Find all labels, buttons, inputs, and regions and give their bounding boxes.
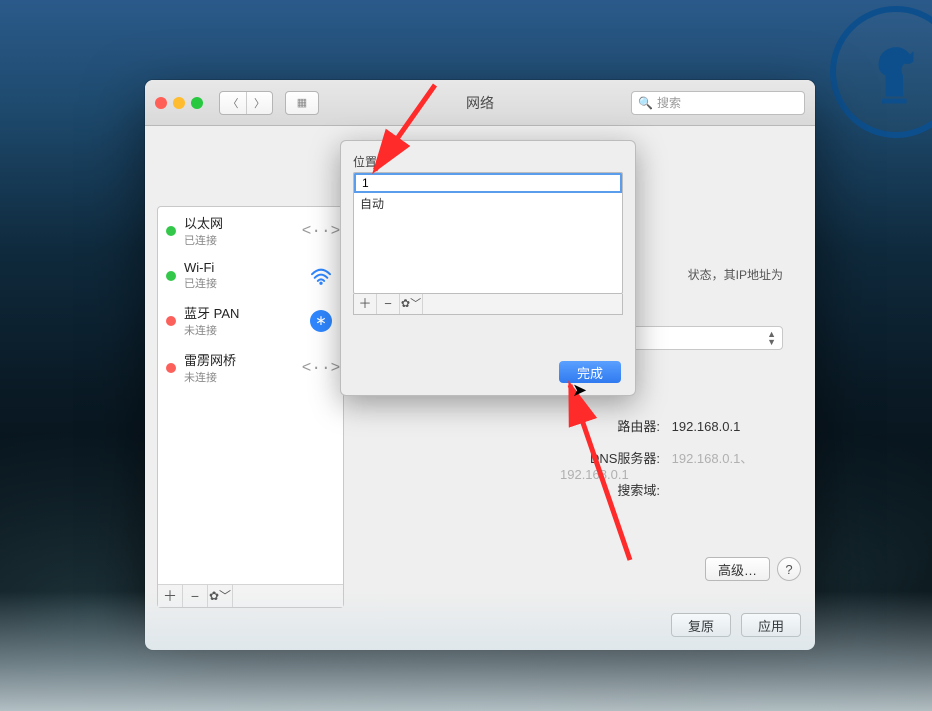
location-actions-menu[interactable]: ✿﹀ xyxy=(400,294,423,314)
dns-row: DNS服务器: 192.168.0.1、192.168.0.1 xyxy=(560,448,803,482)
search-placeholder: 搜索 xyxy=(657,94,681,111)
interface-name: 雷雳网桥 xyxy=(184,350,299,369)
interface-status: 未连接 xyxy=(184,322,299,338)
interface-actions-menu[interactable]: ✿﹀ xyxy=(208,585,233,607)
zoom-button[interactable] xyxy=(191,97,203,109)
add-interface-button[interactable]: ＋ xyxy=(158,585,183,607)
close-button[interactable] xyxy=(155,97,167,109)
dns-label: DNS服务器: xyxy=(560,448,660,467)
status-dot-icon xyxy=(166,316,176,326)
interface-list: 以太网 已连接 <··> Wi-Fi 已连接 蓝牙 PAN xyxy=(157,206,344,608)
nav-back-forward: 〈 〉 xyxy=(219,91,273,115)
location-sheet: 位置 自动 ＋ − ✿﹀ 完成 xyxy=(340,140,636,396)
window-title: 网络 xyxy=(466,93,494,113)
interface-status: 未连接 xyxy=(184,369,299,385)
apply-bar: 复原 应用 xyxy=(671,613,801,637)
interface-name: Wi-Fi xyxy=(184,260,299,275)
revert-button[interactable]: 复原 xyxy=(671,613,731,637)
search-icon: 🔍 xyxy=(638,96,653,110)
status-hint: 状态，其IP地址为 xyxy=(688,266,783,283)
ethernet-icon: <··> xyxy=(302,222,340,240)
status-dot-icon xyxy=(166,226,176,236)
interface-list-footer: ＋ − ✿﹀ xyxy=(158,584,343,607)
remove-interface-button[interactable]: − xyxy=(183,585,208,607)
remove-location-button[interactable]: − xyxy=(377,294,400,314)
interface-wifi[interactable]: Wi-Fi 已连接 xyxy=(158,254,343,297)
search-domain-label: 搜索域: xyxy=(560,480,660,499)
router-value: 192.168.0.1 xyxy=(672,419,741,434)
search-field[interactable]: 🔍 搜索 xyxy=(631,91,805,115)
advanced-button[interactable]: 高级… xyxy=(705,557,770,581)
wifi-icon xyxy=(307,265,335,287)
interface-name: 蓝牙 PAN xyxy=(184,303,299,322)
location-list: 自动 xyxy=(353,172,623,294)
interface-name: 以太网 xyxy=(184,213,299,232)
back-button[interactable]: 〈 xyxy=(220,92,246,114)
status-dot-icon xyxy=(166,271,176,281)
watermark-badge xyxy=(830,6,932,138)
location-list-footer: ＋ − ✿﹀ xyxy=(353,294,623,315)
done-button[interactable]: 完成 xyxy=(559,361,621,383)
advanced-label: 高级… xyxy=(718,560,757,579)
bluetooth-icon: ∗ xyxy=(310,310,332,332)
interface-thunderbolt-bridge[interactable]: 雷雳网桥 未连接 <··> xyxy=(158,344,343,391)
show-all-button[interactable]: ▦ xyxy=(285,91,319,115)
help-button[interactable]: ? xyxy=(777,557,801,581)
router-row: 路由器: 192.168.0.1 xyxy=(560,416,740,435)
minimize-button[interactable] xyxy=(173,97,185,109)
interface-bluetooth-pan[interactable]: 蓝牙 PAN 未连接 ∗ xyxy=(158,297,343,344)
forward-button[interactable]: 〉 xyxy=(246,92,272,114)
location-label: 位置 xyxy=(353,153,623,170)
interface-status: 已连接 xyxy=(184,275,299,291)
router-label: 路由器: xyxy=(560,416,660,435)
location-row[interactable]: 自动 xyxy=(354,193,622,214)
interface-ethernet[interactable]: 以太网 已连接 <··> xyxy=(158,207,343,254)
search-domain-row: 搜索域: xyxy=(560,480,668,499)
location-name-input[interactable] xyxy=(360,175,620,191)
add-location-button[interactable]: ＋ xyxy=(354,294,377,314)
location-row-editing[interactable] xyxy=(354,173,622,193)
thunderbolt-icon: <··> xyxy=(302,359,340,377)
titlebar: 〈 〉 ▦ 网络 🔍 搜索 xyxy=(145,80,815,126)
interface-status: 已连接 xyxy=(184,232,299,248)
updown-icon: ▲▼ xyxy=(767,330,776,346)
knight-icon xyxy=(861,37,931,107)
apply-button[interactable]: 应用 xyxy=(741,613,801,637)
status-dot-icon xyxy=(166,363,176,373)
